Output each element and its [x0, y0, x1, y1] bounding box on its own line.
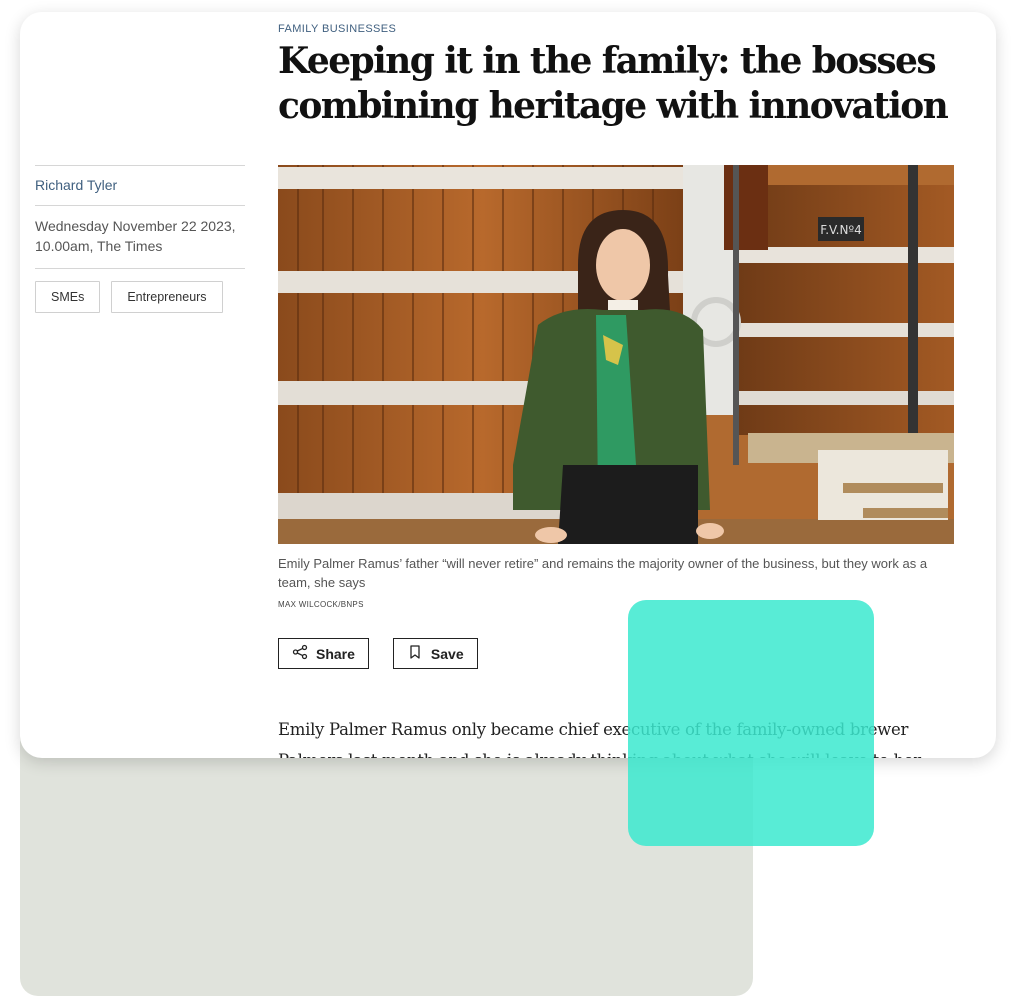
- article-meta-sidebar: Richard Tyler Wednesday November 22 2023…: [35, 165, 245, 313]
- bookmark-icon: [407, 644, 423, 663]
- tag-smes[interactable]: SMEs: [35, 281, 101, 313]
- share-icon: [292, 644, 308, 663]
- section-label[interactable]: FAMILY BUSINESSES: [278, 23, 954, 35]
- image-caption: Emily Palmer Ramus’ father “will never r…: [278, 556, 928, 590]
- article-main: FAMILY BUSINESSES Keeping it in the fami…: [278, 12, 954, 758]
- topic-tags: SMEs Entrepreneurs: [35, 281, 245, 313]
- brewery-vat-photo: F.V.Nº4: [278, 165, 954, 544]
- article-headline: Keeping it in the family: the bosses com…: [278, 40, 949, 127]
- vat-label: F.V.Nº4: [820, 223, 862, 237]
- divider: [35, 268, 245, 269]
- article-actions: Share Save: [278, 638, 478, 669]
- publish-dateline: Wednesday November 22 2023, 10.00am, The…: [35, 218, 236, 254]
- article-photo: F.V.Nº4: [278, 165, 954, 544]
- author-link[interactable]: Richard Tyler: [35, 166, 245, 205]
- share-label: Share: [316, 645, 355, 662]
- tag-entrepreneurs[interactable]: Entrepreneurs: [111, 281, 223, 313]
- decorative-teal-square: [628, 600, 874, 846]
- image-credit: MAX WILCOCK/BNPS: [278, 600, 364, 609]
- save-button[interactable]: Save: [392, 638, 478, 669]
- save-label: Save: [430, 645, 464, 662]
- share-button[interactable]: Share: [278, 638, 369, 669]
